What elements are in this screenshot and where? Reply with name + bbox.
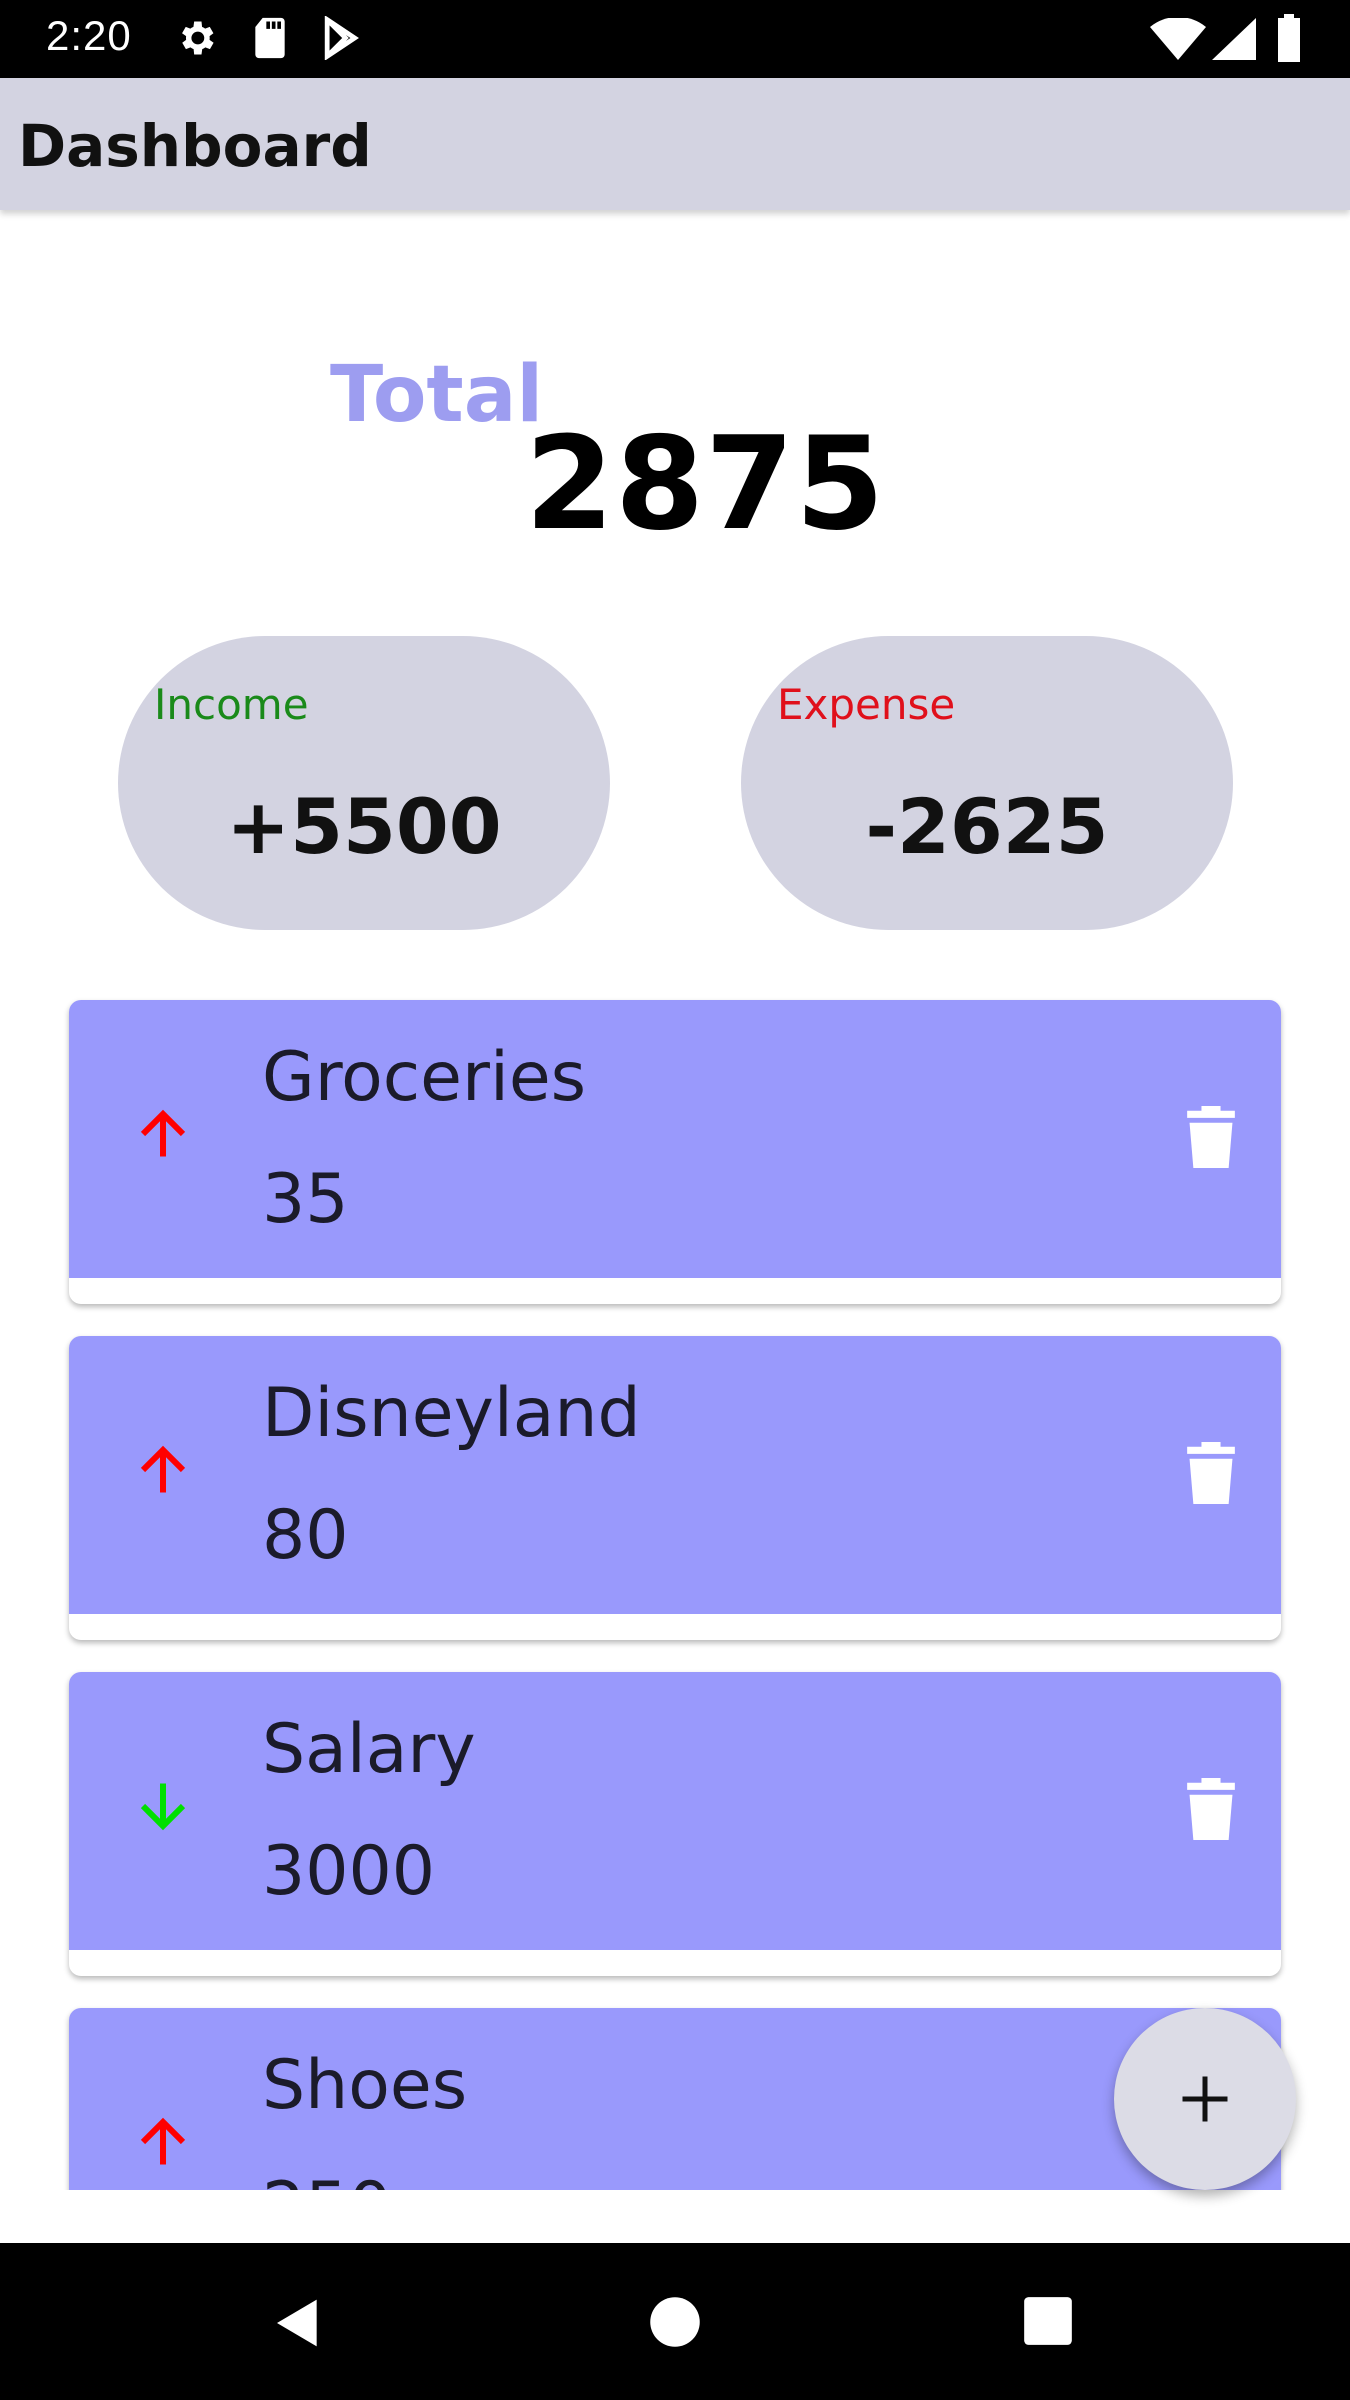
transaction-card[interactable]: Salary 3000 — [69, 1672, 1281, 1976]
total-value: 2875 — [525, 410, 886, 559]
income-label: Income — [154, 680, 309, 729]
play-store-icon — [320, 16, 360, 60]
plus-icon — [1182, 2076, 1228, 2122]
income-card: Income +5500 — [118, 636, 610, 930]
gear-icon — [174, 16, 218, 60]
recents-icon — [1024, 2297, 1072, 2345]
income-value: +5500 — [226, 782, 502, 871]
app-bar: Dashboard — [0, 78, 1350, 210]
expense-value: -2625 — [865, 782, 1109, 871]
trash-icon[interactable] — [1187, 1442, 1235, 1508]
arrow-up-icon — [133, 2112, 193, 2176]
trash-icon[interactable] — [1187, 1778, 1235, 1844]
trash-icon[interactable] — [1187, 1106, 1235, 1172]
expense-card: Expense -2625 — [741, 636, 1233, 930]
transaction-list[interactable]: Groceries 35 Disneyland 80 Salary 3000 S… — [0, 990, 1350, 2190]
transaction-amount: 35 — [262, 1160, 349, 1239]
sd-card-icon — [250, 16, 290, 60]
back-button[interactable] — [220, 2243, 380, 2400]
page-title: Dashboard — [18, 112, 372, 180]
transaction-card[interactable]: Disneyland 80 — [69, 1336, 1281, 1640]
total-label: Total — [330, 350, 544, 440]
home-icon — [650, 2297, 700, 2347]
wifi-icon — [1150, 18, 1206, 60]
arrow-up-icon — [133, 1440, 193, 1504]
add-transaction-button[interactable] — [1114, 2008, 1296, 2190]
transaction-amount: 80 — [262, 1496, 349, 1575]
transaction-title: Disneyland — [262, 1374, 641, 1453]
status-bar: 2:20 — [0, 0, 1350, 78]
home-button[interactable] — [595, 2243, 755, 2400]
cell-signal-icon — [1212, 18, 1256, 60]
battery-icon — [1276, 14, 1302, 62]
arrow-up-icon — [133, 1104, 193, 1168]
navigation-bar — [0, 2243, 1350, 2400]
transaction-title: Shoes — [262, 2046, 468, 2125]
transaction-card[interactable]: Groceries 35 — [69, 1000, 1281, 1304]
transaction-title: Groceries — [262, 1038, 587, 1117]
back-icon — [277, 2299, 317, 2347]
recents-button[interactable] — [968, 2243, 1128, 2400]
transaction-amount: 3000 — [262, 1832, 436, 1911]
transaction-title: Salary — [262, 1710, 476, 1789]
transaction-amount: 250 — [262, 2168, 392, 2190]
arrow-down-icon — [133, 1776, 193, 1840]
status-time: 2:20 — [46, 12, 132, 59]
expense-label: Expense — [777, 680, 956, 729]
transaction-card[interactable]: Shoes 250 — [69, 2008, 1281, 2190]
